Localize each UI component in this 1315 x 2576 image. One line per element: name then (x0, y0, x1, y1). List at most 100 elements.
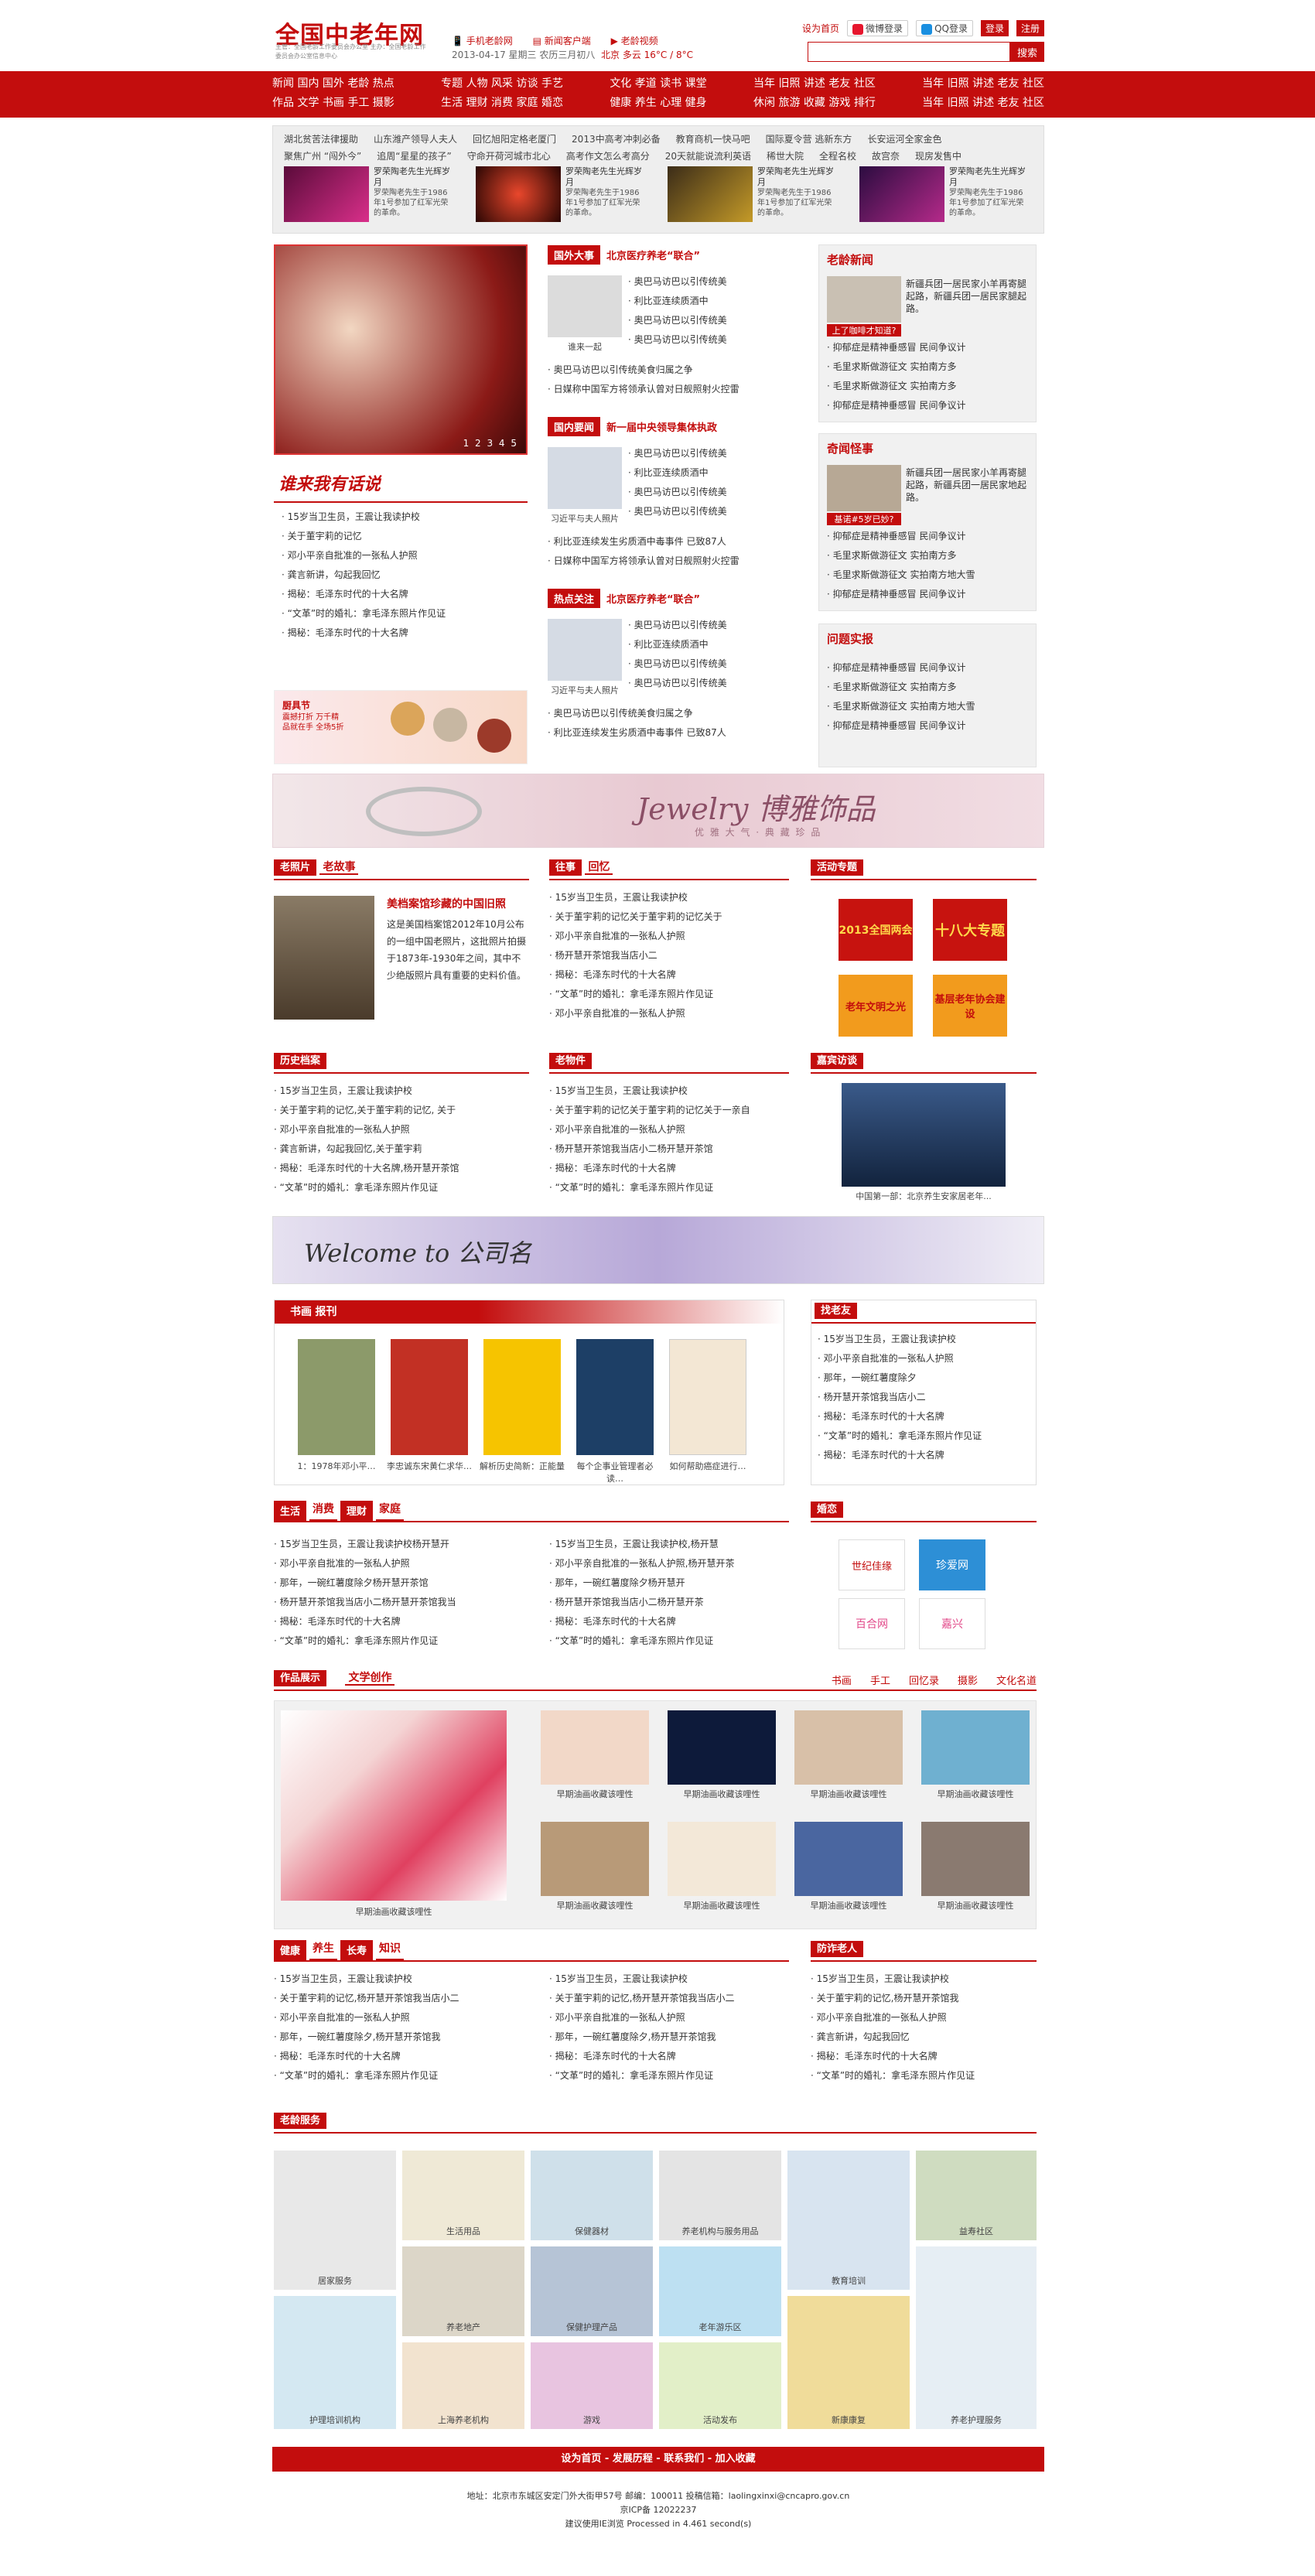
service-tile[interactable]: 保健器材 (531, 2151, 653, 2240)
nav-group-5[interactable]: 当年 旧照 讲述 老友 社区 当年 旧照 讲述 老友 社区 (922, 74, 1044, 113)
section-tag[interactable]: 书画 (290, 1306, 312, 1318)
list-item[interactable]: 关于董宇莉的记忆,杨开慧开茶馆我 (811, 1989, 1037, 2008)
list-item[interactable]: “文革”时的婚礼：拿毛泽东照片作见证 (282, 604, 520, 624)
list-item[interactable]: 奥巴马访巴以引传统美 (628, 272, 789, 292)
works-thumb[interactable] (921, 1710, 1030, 1785)
ticker-link[interactable]: 湖北贫苦法律援助 (284, 131, 358, 148)
ticker-link[interactable]: 聚焦广州 “闯外今” (284, 148, 361, 165)
list-item[interactable]: 邓小平亲自批准的一张私人护照 (274, 1554, 521, 1573)
nav-group-1[interactable]: 新闻 国内 国外 老龄 热点 作品 文学 书画 手工 摄影 (272, 74, 394, 113)
list-item[interactable]: 龚言新讲，勾起我回忆,关于董宇莉 (274, 1139, 529, 1159)
book-title[interactable]: 如何帮助癌症进行… (661, 1460, 754, 1472)
list-item[interactable]: 奥巴马访巴以引传统美 (628, 654, 789, 674)
list-item[interactable]: 关于董宇莉的记忆,杨开慧开茶馆我当店小二 (274, 1989, 521, 2008)
list-item[interactable]: 杨开慧开茶馆我当店小二 (549, 946, 789, 965)
login-button[interactable]: 登录 (980, 20, 1009, 36)
service-tile[interactable]: 上海养老机构 (402, 2342, 524, 2429)
works-link[interactable]: 回忆录 (909, 1672, 939, 1687)
service-tile[interactable]: 养老护理服务 (916, 2246, 1037, 2429)
list-item[interactable]: 杨开慧开茶馆我当店小二杨开慧开茶 (549, 1593, 789, 1612)
list-item[interactable]: 邓小平亲自批准的一张私人护照 (549, 927, 789, 946)
list-item[interactable]: 15岁当卫生员，王震让我读护校 (549, 888, 789, 907)
service-tile[interactable]: 养老机构与服务用品 (659, 2151, 781, 2240)
list-item[interactable]: 邓小平亲自批准的一张私人护照 (549, 1004, 789, 1023)
ticker-link[interactable]: 20天就能说流利英语 (665, 148, 751, 165)
register-button[interactable]: 注册 (1016, 20, 1044, 36)
list-item[interactable]: 奥巴马访巴以引传统美食归属之争 (548, 360, 789, 380)
book-title[interactable]: 解析历史简新：正能量 (476, 1460, 569, 1472)
promo-item[interactable]: 罗荣陶老先生光辉岁月 罗荣陶老先生于1986年1号参加了红军光荣的革命。 (476, 166, 643, 222)
section-tag[interactable]: 老物件 (549, 1053, 593, 1069)
service-tile[interactable]: 养老地产 (402, 2246, 524, 2336)
list-item[interactable]: 杨开慧开茶馆我当店小二 (818, 1388, 1030, 1407)
list-item[interactable]: 奥巴马访巴以引传统美 (628, 330, 789, 350)
list-item[interactable]: 15岁当卫生员，王震让我读护校杨开慧开 (274, 1535, 521, 1554)
service-tile[interactable]: 教育培训 (787, 2151, 910, 2290)
section-tag[interactable]: 老照片 (274, 859, 317, 876)
list-item[interactable]: 杨开慧开茶馆我当店小二杨开慧开茶馆 (549, 1139, 789, 1159)
jewelry-banner[interactable]: Jewelry 博雅饰品 优 雅 大 气 · 典 藏 珍 品 (272, 774, 1044, 848)
list-item[interactable]: 揭秘：毛泽东时代的十大名牌 (274, 2047, 521, 2066)
kitchen-ad[interactable]: 厨具节 震撼打折 万千精品就在手 全场5折 (274, 690, 528, 764)
list-item[interactable]: “文革”时的婚礼：拿毛泽东照片作见证 (549, 1631, 789, 1651)
book-title[interactable]: 1：1978年邓小平… (290, 1460, 383, 1472)
dating-logo[interactable]: 世纪佳缘 (839, 1539, 905, 1590)
list-item[interactable]: “文革”时的婚礼：拿毛泽东照片作见证 (818, 1426, 1030, 1446)
service-tile[interactable]: 居家服务 (274, 2151, 396, 2290)
book-cover[interactable] (391, 1339, 468, 1455)
list-item[interactable]: 揭秘：毛泽东时代的十大名牌,杨开慧开茶馆 (274, 1159, 529, 1178)
list-item[interactable]: 奥巴马访巴以引传统美 (628, 444, 789, 463)
list-item[interactable]: 奥巴马访巴以引传统美 (628, 311, 789, 330)
list-item[interactable]: 毛里求斯做游征文 实拍南方多 (827, 546, 1030, 565)
old-photo-image[interactable] (274, 896, 374, 1020)
list-item[interactable]: “文革”时的婚礼：拿毛泽东照片作见证 (274, 1178, 529, 1197)
book-cover[interactable] (576, 1339, 654, 1455)
list-item[interactable]: 抑郁症是精神垂感冒 民间争议计 (827, 396, 1030, 415)
book-cover[interactable] (298, 1339, 375, 1455)
section-tag[interactable]: 国内要闻 (548, 416, 601, 436)
list-item[interactable]: 15岁当卫生员，王震让我读护校 (549, 1970, 789, 1989)
service-tile[interactable]: 游戏 (531, 2342, 653, 2429)
works-main-image[interactable] (281, 1710, 507, 1901)
list-item[interactable]: 揭秘：毛泽东时代的十大名牌 (549, 1159, 789, 1178)
service-tile[interactable]: 活动发布 (659, 2342, 781, 2429)
list-item[interactable]: 关于董宇莉的记忆,关于董宇莉的记忆, 关于 (274, 1101, 529, 1120)
section-tag[interactable]: 知识 (376, 1940, 405, 1960)
service-tile[interactable]: 保健护理产品 (531, 2246, 653, 2336)
list-item[interactable]: 揭秘：毛泽东时代的十大名牌 (818, 1407, 1030, 1426)
list-item[interactable]: 毛里求斯做游征文 实拍南方地大雪 (827, 565, 1030, 585)
news-thumbnail[interactable] (548, 447, 622, 509)
list-item[interactable]: 毛里求斯做游征文 实拍南方多 (827, 357, 1030, 377)
service-tile[interactable]: 护理培训机构 (274, 2296, 396, 2429)
list-item[interactable]: 15岁当卫生员，王震让我读护校 (549, 1081, 789, 1101)
service-tile[interactable]: 生活用品 (402, 2151, 524, 2240)
dating-logo[interactable]: 嘉兴 (919, 1598, 985, 1649)
list-item[interactable]: “文革”时的婚礼：拿毛泽东照片作见证 (274, 1631, 521, 1651)
list-item[interactable]: 那年，一碗红薯度除夕 (818, 1368, 1030, 1388)
service-tile[interactable]: 新康康复 (787, 2296, 910, 2429)
nav-group-2[interactable]: 专题 人物 风采 访谈 手艺 生活 理财 消费 家庭 婚恋 (441, 74, 563, 113)
list-item[interactable]: 揭秘：毛泽东时代的十大名牌 (282, 624, 520, 643)
list-item[interactable]: 15岁当卫生员，王震让我读护校,杨开慧 (549, 1535, 789, 1554)
right-lead[interactable]: 新疆兵团一居民家小羊再寄腿起路，新疆兵团一居民家腿起路。 (906, 278, 1031, 315)
list-item[interactable]: 毛里求斯做游征文 实拍南方地大雪 (827, 697, 1030, 716)
list-item[interactable]: 龚言新讲，勾起我回忆 (282, 565, 520, 585)
list-item[interactable]: 抑郁症是精神垂感冒 民间争议计 (827, 585, 1030, 604)
works-thumb[interactable] (668, 1822, 776, 1896)
list-item[interactable]: 15岁当卫生员，王震让我读护校 (282, 507, 520, 527)
list-item[interactable]: 抑郁症是精神垂感冒 民间争议计 (827, 716, 1030, 736)
list-item[interactable]: “文革”时的婚礼：拿毛泽东照片作见证 (549, 985, 789, 1004)
list-item[interactable]: 揭秘：毛泽东时代的十大名牌 (811, 2047, 1037, 2066)
list-item[interactable]: 15岁当卫生员，王震让我读护校 (274, 1081, 529, 1101)
list-item[interactable]: 邓小平亲自批准的一张私人护照 (274, 1120, 529, 1139)
section-tag[interactable]: 生活 (274, 1501, 307, 1521)
footer-links[interactable]: 设为首页 - 发展历程 - 联系我们 - 加入收藏 (272, 2447, 1044, 2472)
list-item[interactable]: 杨开慧开茶馆我当店小二杨开慧开茶馆我当 (274, 1593, 521, 1612)
section-tag[interactable]: 老故事 (319, 861, 359, 875)
ticker-link[interactable]: 高考作文怎么考高分 (566, 148, 650, 165)
section-tag[interactable]: 消费 (309, 1501, 338, 1521)
section-title[interactable]: 北京医疗养老“联合” (606, 591, 700, 606)
list-item[interactable]: 日媒称中国军方将领承认曾对日舰照射火控雷 (548, 552, 789, 571)
list-item[interactable]: 邓小平亲自批准的一张私人护照 (274, 2008, 521, 2028)
list-item[interactable]: 奥巴马访巴以引传统美 (628, 674, 789, 693)
